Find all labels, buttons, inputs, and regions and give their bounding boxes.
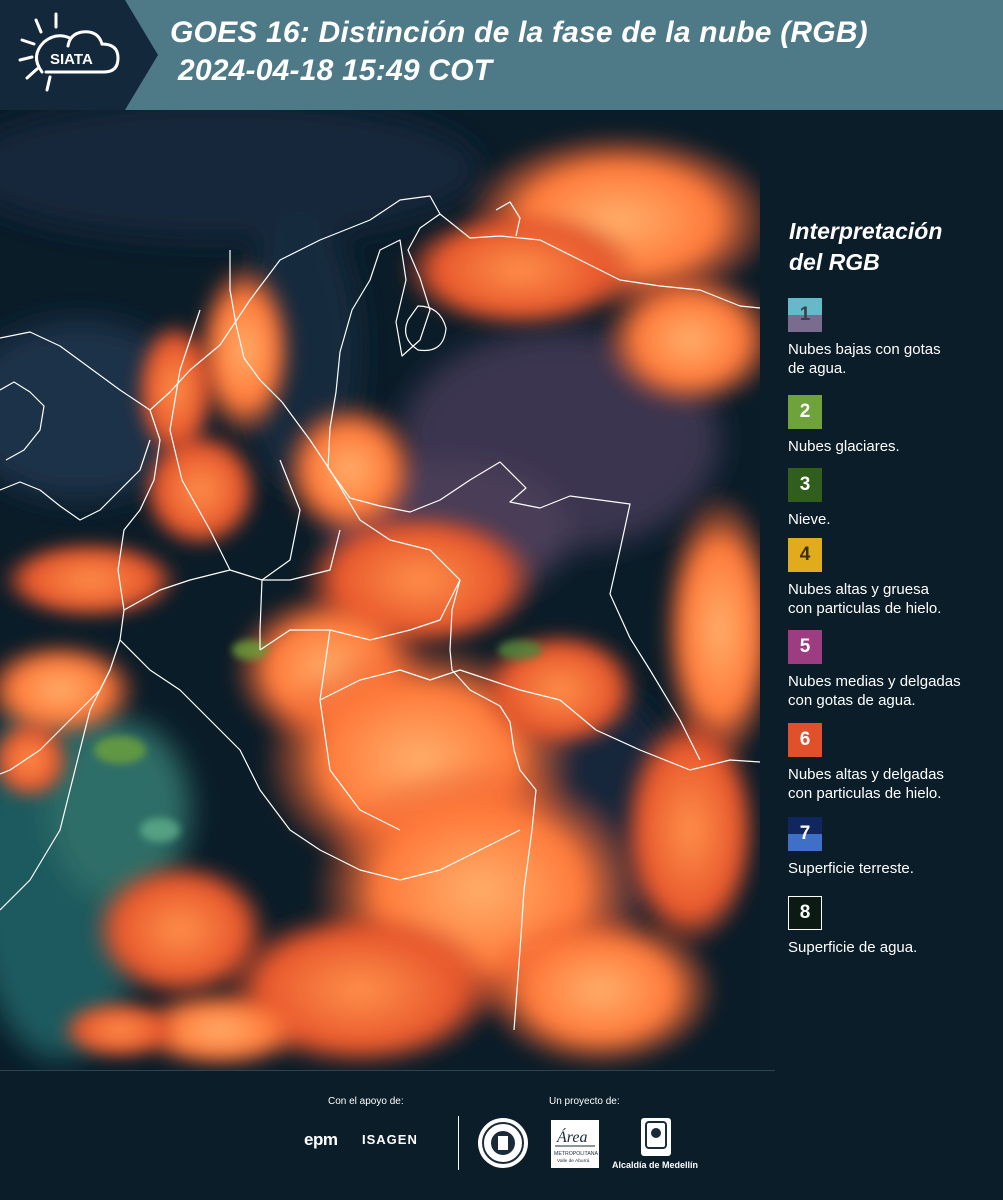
legend-label-8: Superficie de agua. <box>788 938 1003 957</box>
seal-logo <box>478 1118 528 1168</box>
title-line-1: GOES 16: Distinción de la fase de la nub… <box>170 16 868 49</box>
medellin-text: Alcaldía de Medellín <box>612 1160 699 1170</box>
legend-label-6: Nubes altas y delgadas con particulas de… <box>788 765 1003 803</box>
area-logo-line-3: Valle de Aburrá <box>557 1158 590 1164</box>
area-logo-line-2: METROPOLITANA <box>554 1151 599 1157</box>
area-logo-word: Área <box>556 1127 588 1146</box>
legend-item-2: 2 Nubes glaciares. <box>788 395 1003 456</box>
legend-title: Interpretación del RGB <box>789 216 942 278</box>
legend-label-1-line-2: de agua. <box>788 360 847 377</box>
legend-swatch-6: 6 <box>788 723 822 757</box>
legend-swatch-8: 8 <box>788 896 822 930</box>
legend-label-5-line-2: con gotas de agua. <box>788 692 916 709</box>
legend-label-5-line-1: Nubes medias y delgadas <box>788 673 961 690</box>
legend-item-5: 5 Nubes medias y delgadas con gotas de a… <box>788 630 1003 710</box>
legend-label-3-line-1: Nieve. <box>788 511 831 528</box>
header-bar: SIATA GOES 16: Distinción de la fase de … <box>0 0 1003 110</box>
legend-label-7-line-1: Superficie terreste. <box>788 860 914 877</box>
legend-swatch-5: 5 <box>788 630 822 664</box>
area-metropolitana-icon: Área METROPOLITANA Valle de Aburrá <box>554 1127 599 1164</box>
legend-item-1: 1 Nubes bajas con gotas de agua. <box>788 298 1003 378</box>
legend-label-6-line-1: Nubes altas y delgadas <box>788 766 944 783</box>
legend-label-4-line-2: con particulas de hielo. <box>788 600 942 617</box>
legend-label-5: Nubes medias y delgadas con gotas de agu… <box>788 672 1003 710</box>
legend-label-2-line-1: Nubes glaciares. <box>788 438 900 455</box>
legend-item-4: 4 Nubes altas y gruesa con particulas de… <box>788 538 1003 618</box>
seal-icon <box>482 1122 524 1164</box>
legend-label-1-line-1: Nubes bajas con gotas <box>788 341 941 358</box>
legend-title-line-1: Interpretación <box>789 218 943 244</box>
footer-divider <box>458 1116 459 1170</box>
siata-logo-text: SIATA <box>50 51 93 68</box>
area-metropolitana-logo: Área METROPOLITANA Valle de Aburrá <box>551 1120 599 1168</box>
medellin-crest-icon <box>645 1121 667 1149</box>
legend-label-6-line-2: con particulas de hielo. <box>788 785 942 802</box>
footer: Con el apoyo de: Un proyecto de: epm ISA… <box>0 1070 1003 1200</box>
satellite-image <box>0 110 760 1070</box>
title-line-2: 2024-04-18 15:49 COT <box>178 54 493 87</box>
legend-swatch-7: 7 <box>788 817 822 851</box>
medellin-logo <box>641 1118 671 1156</box>
legend-panel: Interpretación del RGB 1 Nubes bajas con… <box>760 110 1003 1070</box>
legend-label-2: Nubes glaciares. <box>788 437 1003 456</box>
logo-block: SIATA <box>0 0 158 110</box>
legend-swatch-2: 2 <box>788 395 822 429</box>
isagen-logo: ISAGEN <box>362 1132 418 1147</box>
footer-separator <box>0 1070 775 1071</box>
project-label: Un proyecto de: <box>549 1096 620 1107</box>
epm-logo: epm <box>304 1130 338 1149</box>
legend-title-line-2: del RGB <box>789 249 880 275</box>
legend-item-3: 3 Nieve. <box>788 468 1003 529</box>
satellite-map <box>0 110 760 1070</box>
legend-label-3: Nieve. <box>788 510 1003 529</box>
legend-item-7: 7 Superficie terreste. <box>788 817 1003 878</box>
legend-label-1: Nubes bajas con gotas de agua. <box>788 340 1003 378</box>
legend-item-6: 6 Nubes altas y delgadas con particulas … <box>788 723 1003 803</box>
legend-label-7: Superficie terreste. <box>788 859 1003 878</box>
legend-label-8-line-1: Superficie de agua. <box>788 939 918 956</box>
legend-label-4: Nubes altas y gruesa con particulas de h… <box>788 580 1003 618</box>
legend-swatch-4: 4 <box>788 538 822 572</box>
legend-swatch-3: 3 <box>788 468 822 502</box>
page-title: GOES 16: Distinción de la fase de la nub… <box>170 14 868 90</box>
legend-swatch-1: 1 <box>788 298 822 332</box>
legend-label-4-line-1: Nubes altas y gruesa <box>788 581 929 598</box>
legend-item-8: 8 Superficie de agua. <box>788 896 1003 957</box>
support-label: Con el apoyo de: <box>328 1096 404 1107</box>
